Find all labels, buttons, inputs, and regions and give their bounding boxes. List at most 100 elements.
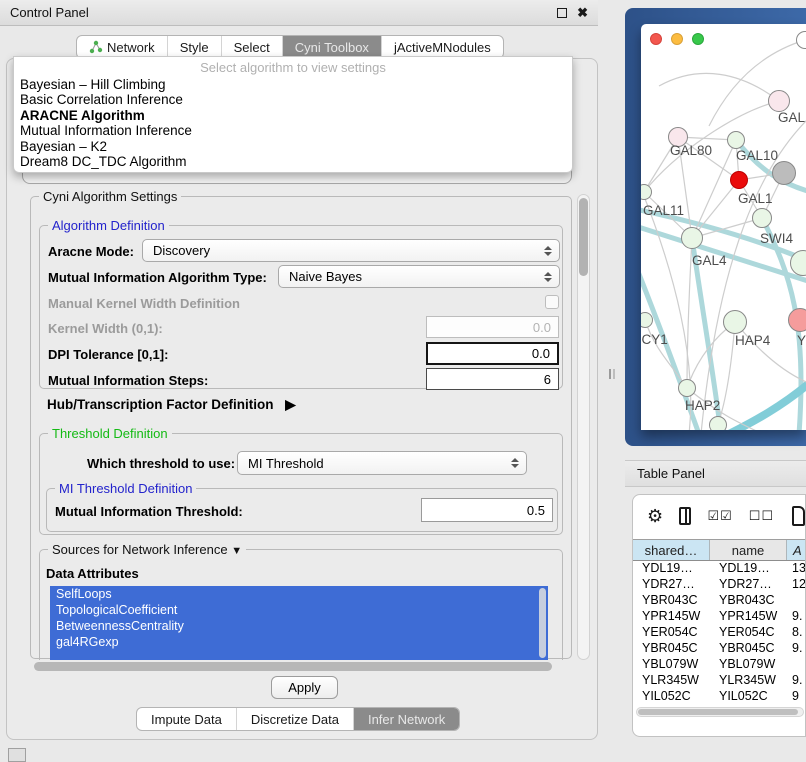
columns-icon[interactable] [679,507,691,525]
scrollbar-thumb[interactable] [34,662,552,671]
stepper-icon [544,246,552,256]
tab-jactivemnodules[interactable]: jActiveMNodules [382,36,503,58]
cell-shared: YLR345W [633,673,710,689]
settings-horizontal-scrollbar[interactable] [31,661,572,673]
which-threshold-label: Which threshold to use: [87,456,235,471]
which-threshold-select[interactable]: MI Threshold [237,451,527,475]
tab-impute-data[interactable]: Impute Data [137,708,237,730]
dpi-tolerance-value: 0.0 [532,346,550,361]
scrollbar-thumb[interactable] [579,198,588,276]
dpi-tolerance-input[interactable]: 0.0 [426,342,559,365]
table-row[interactable]: YER054C YER054C 8. [633,625,806,641]
node-gal10[interactable] [727,131,745,149]
threshold-definition-title: Threshold Definition [48,426,172,441]
dropdown-item[interactable]: Bayesian – Hill Climbing [14,77,572,92]
tab-network[interactable]: Network [77,36,168,58]
zoom-window-icon[interactable] [692,33,704,45]
cell-value: 8. [787,625,806,641]
sources-title-text: Sources for Network Inference [52,542,228,557]
node-gal-partial[interactable] [768,90,790,112]
tab-cyni-toolbox[interactable]: Cyni Toolbox [283,36,382,58]
table-row[interactable]: YDR27… YDR27… 12 [633,577,806,593]
bottom-corner-widget[interactable] [8,748,26,762]
dropdown-item[interactable]: Basic Correlation Inference [14,92,572,107]
scrollbar-thumb[interactable] [638,709,798,715]
stepper-icon [511,458,519,468]
tab-style[interactable]: Style [168,36,222,58]
data-attributes-list[interactable]: SelfLoops TopologicalCoefficient Between… [50,586,548,660]
node-label: GAL80 [670,143,712,158]
split-pane-grip[interactable] [609,369,615,379]
close-window-icon[interactable] [650,33,662,45]
table-row[interactable]: YBR043C YBR043C [633,593,806,609]
close-panel-icon[interactable]: ✖ [577,6,588,19]
table-row[interactable]: YLR345W YLR345W 9. [633,673,806,689]
deselect-all-icon[interactable]: ☐☐ [749,508,774,524]
dropdown-item[interactable]: Mutual Information Inference [14,123,572,138]
attribute-item[interactable]: BetweennessCentrality [50,618,548,634]
table-row[interactable]: YDL19… YDL19… 13 [633,561,806,577]
cell-shared: YPR145W [633,609,710,625]
node-swi4[interactable] [752,208,772,228]
table-row[interactable]: YIL052C YIL052C 9 [633,689,806,705]
aracne-mode-select[interactable]: Discovery [142,239,560,262]
network-window[interactable]: GAL GAL80 GAL10 GAL1 GAL11 SWI4 GAL4 GCY… [641,24,806,430]
node-label: HAP4 [735,333,770,348]
tab-discretize-data-label: Discretize Data [251,712,339,727]
attribute-item[interactable]: gal4RGexp [50,634,548,650]
tab-discretize-data[interactable]: Discretize Data [237,708,354,730]
network-edges [641,24,806,430]
dropdown-item-selected[interactable]: ARACNE Algorithm [14,108,572,123]
table-row[interactable]: YBL079W YBL079W [633,657,806,673]
node-gal1[interactable] [730,171,748,189]
column-header-partial[interactable]: A [787,540,806,560]
mi-threshold-input[interactable]: 0.5 [421,498,553,522]
table-header-row: shared… name A [633,539,806,561]
node-bottom-partial[interactable] [709,416,727,430]
dropdown-item[interactable]: Bayesian – K2 [14,139,572,154]
mi-algorithm-type-select[interactable]: Naive Bayes [278,265,560,288]
function-builder-icon[interactable] [792,506,805,526]
column-header-name[interactable]: name [710,540,787,560]
settings-vertical-scrollbar[interactable] [577,194,590,660]
kernel-width-input[interactable]: 0.0 [426,316,559,338]
minimize-window-icon[interactable] [671,33,683,45]
node-salmon[interactable] [788,308,806,332]
node-label: HAP2 [685,398,720,413]
mi-algorithm-type-label: Mutual Information Algorithm Type: [48,270,267,285]
table-row[interactable]: YPR145W YPR145W 9. [633,609,806,625]
mi-algorithm-type-value: Naive Bayes [289,269,362,284]
hub-section-toggle[interactable]: Hub/Transcription Factor Definition ▶ [47,397,296,413]
tab-infer-network-label: Infer Network [368,712,445,727]
dropdown-item[interactable]: Dream8 DC_TDC Algorithm [14,154,572,169]
column-header-shared[interactable]: shared… [633,540,710,560]
expanded-arrow-icon: ▼ [231,545,242,557]
node-hap4[interactable] [723,310,747,334]
cyni-settings-group: Cyni Algorithm Settings Algorithm Defini… [30,196,572,659]
sources-group-title[interactable]: Sources for Network Inference ▼ [48,542,246,557]
dpi-tolerance-label: DPI Tolerance [0,1]: [48,347,168,362]
attribute-item[interactable]: TopologicalCoefficient [50,602,548,618]
tab-infer-network[interactable]: Infer Network [354,708,459,730]
manual-kernel-checkbox[interactable] [545,295,559,309]
mi-steps-input[interactable]: 6 [426,368,559,390]
cell-value: 9 [787,689,806,705]
select-all-icon[interactable]: ☑☑ [707,508,732,524]
float-panel-icon[interactable] [557,8,567,18]
attribute-item[interactable]: SelfLoops [50,586,548,602]
node-gray[interactable] [772,161,796,185]
tab-select[interactable]: Select [222,36,283,58]
tab-network-label: Network [107,40,155,55]
cell-value [787,593,806,609]
node-label: Y [797,333,806,348]
apply-button[interactable]: Apply [271,676,338,699]
gear-icon[interactable]: ⚙ [647,507,663,525]
node-label: GAL4 [692,253,727,268]
table-row[interactable]: YBR045C YBR045C 9. [633,641,806,657]
table-horizontal-scrollbar[interactable] [636,707,804,717]
cell-name: YBR045C [710,641,787,657]
node-hap2[interactable] [678,379,696,397]
table-panel-titlebar: Table Panel [625,460,806,487]
node-gal4[interactable] [681,227,703,249]
attributes-scrollbar[interactable] [539,588,546,658]
